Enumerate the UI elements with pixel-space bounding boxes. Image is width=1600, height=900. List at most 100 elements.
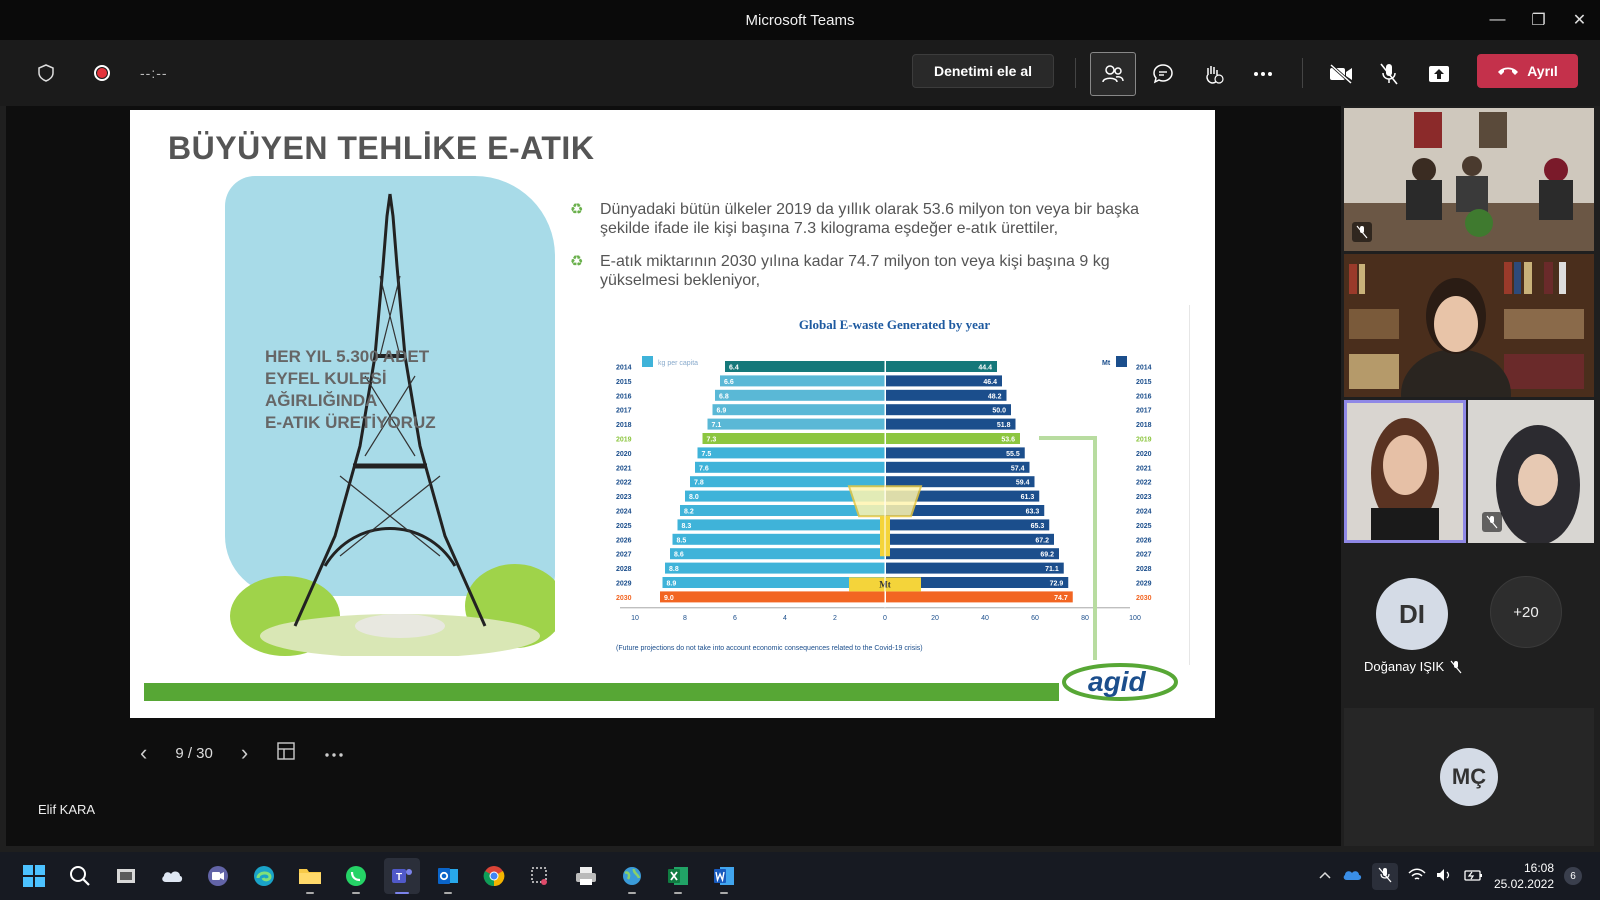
close-button[interactable]: ✕ [1559,0,1600,40]
printer-icon [576,867,596,885]
system-tray: 16:08 25.02.2022 6 [1318,852,1582,900]
excel-button[interactable] [660,858,696,894]
battery-icon[interactable] [1464,868,1484,885]
speaker-image [1347,403,1463,540]
edge-button[interactable] [246,858,282,894]
participant-avatar[interactable]: DI [1376,578,1448,650]
legend-swatch-kg [642,356,653,367]
slide-grid-button[interactable] [276,741,296,765]
recording-icon[interactable] [84,55,120,91]
chrome-button[interactable] [476,858,512,894]
tick-label-right: 60 [1031,615,1039,622]
bar-kg [677,519,885,531]
whatsapp-button[interactable] [338,858,374,894]
year-label-left: 2016 [616,393,632,400]
year-label-right: 2025 [1136,523,1152,530]
year-label-left: 2020 [616,451,632,458]
year-label-right: 2014 [1136,365,1152,372]
year-label-right: 2016 [1136,393,1152,400]
caption-line: AĞIRLIĞINDA [265,391,378,410]
year-label-left: 2018 [616,422,632,429]
data-label-mt: 57.4 [1011,465,1025,472]
data-label-kg: 9.0 [664,595,674,602]
snipping-tool-button[interactable] [522,858,558,894]
mic-toggle-button[interactable] [1366,52,1412,96]
search-button[interactable] [62,858,98,894]
bar-mt [886,519,1050,531]
notification-badge[interactable]: 6 [1564,867,1582,885]
chat-icon [1153,64,1173,84]
onedrive-tray-icon[interactable] [1342,868,1362,885]
data-label-kg: 8.3 [682,523,692,530]
participant-video[interactable] [1344,108,1594,251]
running-indicator [306,892,314,894]
bar-kg [670,548,885,560]
file-explorer-button[interactable] [292,858,328,894]
data-label-kg: 6.9 [717,408,727,415]
teams-chat-button[interactable] [200,858,236,894]
start-button[interactable] [16,858,52,894]
slide-footer-bar [144,683,1059,701]
mic-muted-tray-icon[interactable] [1371,862,1398,890]
window-title: Microsoft Teams [745,11,855,29]
shield-icon[interactable] [28,55,64,91]
clock-date: 25.02.2022 [1493,877,1554,891]
teams-icon: T [392,869,412,883]
data-label-kg: 7.1 [712,422,722,429]
year-label-left: 2028 [616,566,632,573]
folder-icon [299,869,321,884]
word-button[interactable] [706,858,742,894]
leave-button[interactable]: Ayrıl [1477,54,1578,88]
running-indicator [674,892,682,894]
share-screen-button[interactable] [1416,52,1462,96]
more-options-button[interactable] [1240,52,1286,96]
data-label-kg: 8.8 [669,566,679,573]
participant-avatar[interactable]: MÇ [1440,748,1498,806]
participant-video-active[interactable] [1344,400,1466,543]
share-icon [1429,66,1449,82]
tick-label-left: 8 [683,615,687,622]
network-app-button[interactable] [614,858,650,894]
wifi-icon[interactable] [1408,868,1426,885]
participant-video[interactable] [1344,254,1594,397]
ewaste-chart-svg: kg per capita Mt6.4 44.42014 20146.6 46.4201… [616,356,1152,660]
data-label-kg: 7.5 [702,451,712,458]
take-control-button[interactable]: Denetimi ele al [912,54,1054,88]
show-hidden-icons-button[interactable] [1318,869,1332,883]
edge-icon [254,866,274,886]
year-label-right: 2019 [1136,437,1152,444]
participants-button[interactable] [1090,52,1136,96]
participant-video[interactable] [1468,400,1594,543]
tick-label-left: 4 [783,615,787,622]
camera-toggle-button[interactable] [1318,52,1364,96]
next-slide-button[interactable]: › [241,740,248,766]
running-indicator [720,892,728,894]
bar-mt [886,548,1059,560]
legend-swatch-mt [1116,356,1127,367]
meeting-toolbar: --:-- Denetimi ele al Ayrıl [0,40,1600,106]
clock[interactable]: 16:08 25.02.2022 [1494,860,1554,892]
chat-button[interactable] [1140,52,1186,96]
restore-button[interactable]: ❐ [1518,0,1559,40]
tick-label-right: 20 [931,615,939,622]
data-label-mt: 72.9 [1050,581,1064,588]
year-label-left: 2019 [616,437,632,444]
more-participants-button[interactable]: +20 [1490,576,1562,648]
outlook-button[interactable] [430,858,466,894]
tick-label-right: 40 [981,615,989,622]
task-view-button[interactable] [108,858,144,894]
year-label-left: 2030 [616,595,632,602]
word-icon [714,867,734,885]
data-label-mt: 44.4 [978,365,992,372]
globe-icon [623,867,641,885]
slide-more-button[interactable] [324,745,344,762]
minimize-button[interactable]: — [1477,0,1518,40]
onedrive-button[interactable] [154,858,190,894]
volume-icon[interactable] [1436,868,1454,885]
data-label-kg: 8.5 [677,537,687,544]
data-label-mt: 65.3 [1031,523,1045,530]
reactions-button[interactable] [1190,52,1236,96]
printer-button[interactable] [568,858,604,894]
previous-slide-button[interactable]: ‹ [140,740,147,766]
teams-button[interactable]: T [384,858,420,894]
